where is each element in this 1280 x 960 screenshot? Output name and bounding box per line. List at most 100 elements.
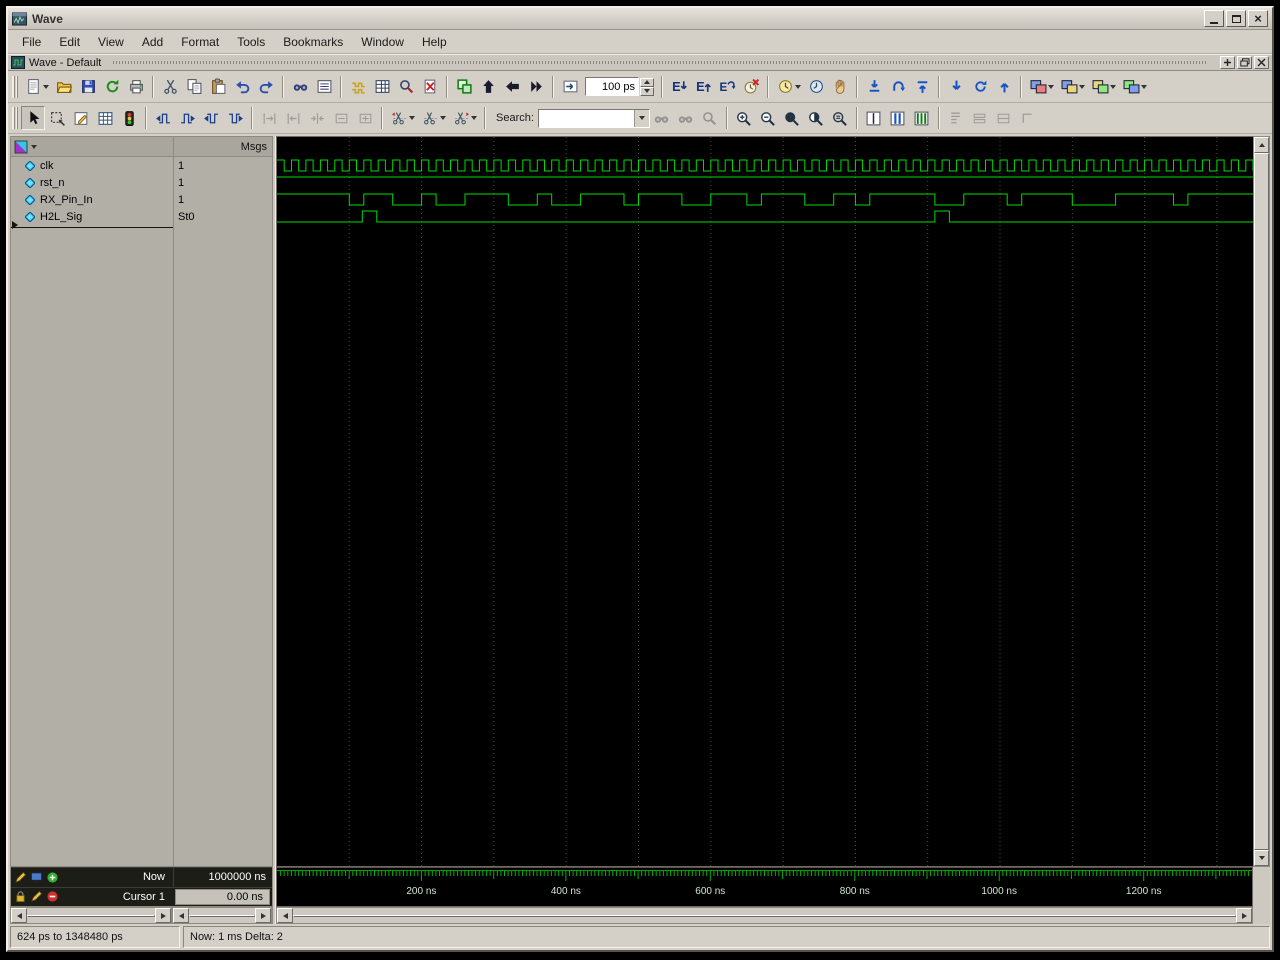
reorder-button[interactable] — [886, 75, 910, 99]
values-hscrollbar[interactable] — [172, 907, 272, 924]
cursor-row[interactable]: Now 1000000 ns — [11, 867, 272, 887]
search-dropdown-button[interactable] — [633, 109, 649, 127]
signal-row-clk[interactable]: clk 1 — [11, 157, 272, 174]
edit-icon[interactable] — [14, 871, 27, 884]
sync-clock-button[interactable] — [804, 75, 828, 99]
edit-cursor-icon[interactable] — [30, 890, 43, 903]
group-signals-button[interactable] — [968, 106, 992, 130]
values-scroll-thumb[interactable] — [189, 914, 255, 917]
minimize-button[interactable] — [1204, 10, 1224, 27]
waveform-plot[interactable] — [277, 137, 1253, 866]
menu-item-window[interactable]: Window — [353, 32, 412, 52]
wave-scroll-thumb[interactable] — [293, 914, 1236, 917]
toolbar-grip[interactable] — [12, 107, 19, 129]
restart-button[interactable] — [452, 75, 476, 99]
lock-icon[interactable] — [14, 890, 27, 903]
wave-group-icon[interactable] — [14, 140, 28, 154]
next-falling-button[interactable] — [223, 106, 247, 130]
memory-button[interactable] — [370, 75, 394, 99]
signal-row-rst_n[interactable]: rst_n 1 — [11, 174, 272, 191]
flatten-button[interactable] — [1016, 106, 1040, 130]
wave-group-dropdown-icon[interactable] — [31, 144, 37, 149]
layout-window-4-button[interactable] — [1119, 75, 1150, 99]
run-length-button[interactable] — [558, 75, 582, 99]
names-scroll-left-button[interactable] — [11, 908, 27, 923]
wave-trace-clk[interactable] — [277, 159, 1253, 172]
menu-item-format[interactable]: Format — [173, 32, 227, 52]
step-over-button[interactable]: E — [715, 75, 739, 99]
close-button[interactable]: × — [1248, 10, 1268, 27]
copy-button[interactable] — [182, 75, 206, 99]
rotate-button[interactable] — [968, 75, 992, 99]
signal-row-RX_Pin_In[interactable]: RX_Pin_In 1 — [11, 191, 272, 208]
prev-transition-button[interactable] — [151, 106, 175, 130]
scroll-down-button[interactable] — [1254, 850, 1269, 866]
menu-item-bookmarks[interactable]: Bookmarks — [275, 32, 351, 52]
layout-window-2-button[interactable] — [1057, 75, 1088, 99]
env-back-button[interactable] — [500, 75, 524, 99]
waveform-area[interactable] — [276, 136, 1253, 867]
insert-after-button[interactable] — [944, 75, 968, 99]
insert-before-button[interactable] — [992, 75, 1016, 99]
single-view-button[interactable] — [862, 106, 886, 130]
cut-edge-left-button[interactable] — [387, 106, 418, 130]
menu-item-file[interactable]: File — [14, 32, 49, 52]
expand-all-button[interactable] — [305, 106, 329, 130]
maximize-button[interactable] — [1226, 10, 1246, 27]
dual-view-button[interactable] — [886, 106, 910, 130]
multi-view-button[interactable] — [910, 106, 934, 130]
pane-drag-grip[interactable] — [113, 61, 1208, 64]
edit-mode-button[interactable] — [69, 106, 93, 130]
delete-cursor-icon[interactable] — [46, 890, 59, 903]
wave-scroll-right-button[interactable] — [1236, 908, 1252, 923]
spin-down-button[interactable] — [640, 86, 654, 96]
close-pane-button[interactable] — [1254, 56, 1269, 69]
vertical-scroll-thumb[interactable] — [1254, 153, 1269, 850]
run-button[interactable]: E — [667, 75, 691, 99]
zoom-mode-button[interactable] — [45, 106, 69, 130]
capture-clock-button[interactable] — [773, 75, 804, 99]
add-wave-button[interactable] — [346, 75, 370, 99]
search-input[interactable] — [537, 108, 650, 128]
new-button[interactable] — [21, 75, 52, 99]
run-length-field[interactable] — [585, 77, 654, 96]
toolbar-grip[interactable] — [12, 75, 19, 98]
names-hscrollbar[interactable] — [10, 907, 172, 924]
print-button[interactable] — [124, 75, 148, 99]
zoom-range-button[interactable] — [828, 106, 852, 130]
menu-item-edit[interactable]: Edit — [51, 32, 88, 52]
cut-edge-both-button[interactable] — [418, 106, 449, 130]
continue-button[interactable]: E — [691, 75, 715, 99]
redo-button[interactable] — [254, 75, 278, 99]
find-button[interactable] — [288, 75, 312, 99]
values-scroll-left-button[interactable] — [173, 908, 189, 923]
collapse-time-button[interactable] — [281, 106, 305, 130]
dock-button[interactable] — [1220, 56, 1235, 69]
cursor-row[interactable]: Cursor 1 0.00 ns — [11, 886, 272, 906]
cut-button[interactable] — [158, 75, 182, 99]
hold-button[interactable] — [828, 75, 852, 99]
stop-draw-button[interactable] — [117, 106, 141, 130]
names-scroll-thumb[interactable] — [27, 914, 155, 917]
search-forward-button[interactable] — [674, 106, 698, 130]
expand-time-button[interactable] — [257, 106, 281, 130]
layout-window-1-button[interactable] — [1026, 75, 1057, 99]
reload-button[interactable] — [100, 75, 124, 99]
add-cursor-icon[interactable] — [46, 871, 59, 884]
wave-scroll-left-button[interactable] — [277, 908, 293, 923]
pane-header[interactable]: Wave - Default — [8, 54, 1272, 71]
float-button[interactable] — [1237, 56, 1252, 69]
names-scroll-right-button[interactable] — [155, 908, 171, 923]
env-forward-button[interactable] — [524, 75, 548, 99]
timeline-area[interactable]: 200 ns 400 ns 600 ns 800 ns 1000 ns 1200 ns — [276, 867, 1253, 907]
expand-leaf-button[interactable] — [944, 106, 968, 130]
ungroup-signals-button[interactable] — [992, 106, 1016, 130]
save-button[interactable] — [76, 75, 100, 99]
delete-wave-button[interactable] — [418, 75, 442, 99]
next-transition-button[interactable] — [175, 106, 199, 130]
move-top-button[interactable] — [910, 75, 934, 99]
vertical-scrollbar[interactable] — [1253, 136, 1270, 867]
scroll-up-button[interactable] — [1254, 137, 1269, 153]
signal-row-H2L_Sig[interactable]: H2L_Sig St0 — [11, 208, 272, 225]
menu-item-view[interactable]: View — [90, 32, 132, 52]
